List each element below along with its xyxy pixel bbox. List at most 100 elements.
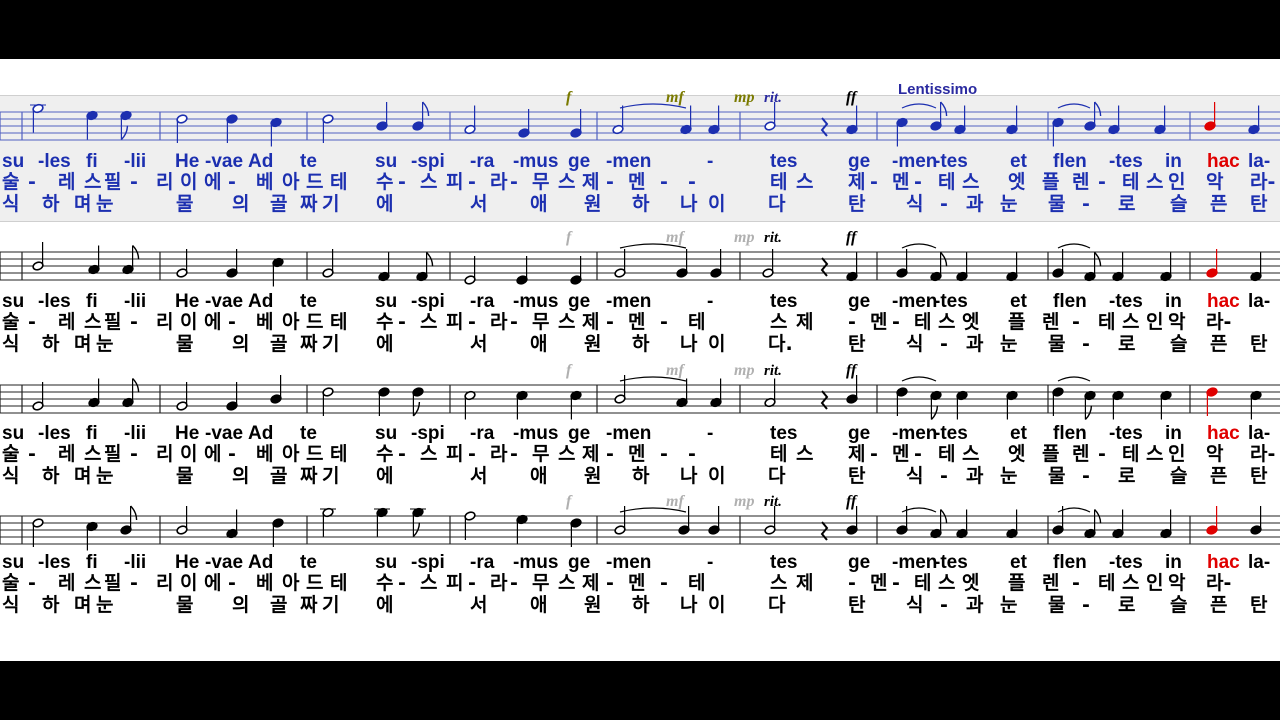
lyric-korean-line2: 식 (2, 193, 19, 215)
lyric-korean-line1: 스 (420, 572, 437, 594)
lyric-korean-line1: 제 (582, 443, 599, 465)
lyric-korean-line2: 의 (232, 465, 249, 487)
lyric-korean-line1: 스 (938, 572, 955, 594)
lyric-korean-line2: 탄 (848, 594, 866, 616)
lyric-latin: tes (770, 423, 797, 444)
staff-system-3[interactable]: f mf mp rit. ffsu -les fi -lii He -vae Ad te su -spi -… (0, 362, 1280, 487)
lyric-korean-line1: 테 (938, 171, 955, 193)
lyric-korean-line2: 나 (680, 465, 698, 487)
tie (1057, 376, 1091, 382)
lyric-korean-line1: 스 (796, 443, 813, 465)
lyric-latin: in (1165, 151, 1182, 172)
lyric-korean-line2: - (940, 594, 948, 616)
lyric-korean-line1: 아 (282, 311, 300, 333)
note-flag (940, 101, 948, 117)
lyric-korean-line2: 이 (708, 333, 725, 355)
lyric-korean-line1: 엣 (1008, 171, 1025, 193)
lyric-latin: su (2, 423, 24, 444)
lyric-latin: -tes (934, 151, 968, 172)
lyric-korean-line1: 테 (914, 311, 931, 333)
lyric-korean-line1: 플 (1008, 311, 1025, 333)
lyric-korean-line2: 이 (708, 193, 725, 215)
lyric-korean-line1: 플 (1042, 443, 1059, 465)
lyric-korean-line1: - (606, 572, 614, 594)
lyric-korean-line2: 슬 (1170, 333, 1187, 355)
lyric-korean-line1: 멘 (870, 572, 887, 594)
lyric-korean-line1: 제 (848, 171, 865, 193)
lyric-latin: Ad (248, 552, 273, 573)
lyric-korean-line2: 픈 (1210, 465, 1227, 487)
lyric-korean-line1: - (28, 572, 36, 594)
lyric-latin: et (1010, 151, 1028, 172)
lyric-korean-line2: 식 (2, 594, 19, 616)
lyric-korean-line1: 레 (58, 443, 75, 465)
note-flag (412, 401, 421, 417)
lyric-latin: -lii (124, 423, 146, 444)
lyric-korean-line1: 리 (156, 311, 173, 333)
lyric-latin: -lii (124, 151, 146, 172)
dynamic-mp: mp (734, 229, 754, 246)
lyric-latin: la- (1248, 291, 1270, 312)
lyric-korean-line1: 라- (1250, 443, 1275, 465)
lyric-korean-line1: 스 (420, 311, 437, 333)
lyric-korean-line1: 레 (58, 171, 75, 193)
lyric-korean-line1: - (848, 311, 856, 333)
lyric-latin: fi (86, 291, 98, 312)
lyric-korean-line2: 에 (376, 594, 393, 616)
dynamic-ff: ff (846, 493, 858, 510)
staff-system-4[interactable]: f mf mp rit. ffsu -les fi -lii He -vae Ad te su -spi -… (0, 493, 1280, 616)
lyric-korean-line1: 멘 (628, 171, 645, 193)
lyric-korean-line2: 이 (708, 594, 725, 616)
lyric-korean-line1: - (1072, 311, 1080, 333)
tie (1057, 243, 1091, 249)
lyric-korean-line1: 엣 (962, 572, 979, 594)
lyric-latin: tes (770, 151, 797, 172)
lyric-korean-line1: 드 (306, 171, 323, 193)
lyric-korean-line2: 서 (470, 465, 487, 487)
lyric-korean-line1: - (28, 171, 36, 193)
dynamic-rit: rit. (764, 90, 782, 106)
lyric-latin: te (300, 291, 317, 312)
lyric-korean-line2: 픈 (1210, 594, 1227, 616)
lyric-korean-line1: - (892, 572, 900, 594)
lyric-korean-line1: 에 (204, 171, 221, 193)
lyric-korean-line2: 기 (322, 594, 339, 616)
lyric-korean-line2: 물 (1048, 193, 1065, 215)
lyric-latin: ge (568, 423, 590, 444)
lyric-korean-line2: 물 (1048, 594, 1065, 616)
note-flag (130, 505, 138, 521)
lyric-korean-line1: 멘 (892, 171, 909, 193)
lyric-latin: -les (38, 423, 71, 444)
lyric-korean-line2: 과 (966, 594, 984, 616)
lyric-korean-line2: 식 (906, 193, 923, 215)
lyric-korean-line2: 하 (42, 465, 60, 487)
lyric-latin: in (1165, 291, 1182, 312)
staff-system-1[interactable]: f mf mp rit. ff Lentissimo su -les fi -lii He -vae A… (0, 81, 1280, 215)
lyric-korean-line1: 플 (1042, 171, 1059, 193)
dynamic-ff: ff (846, 362, 858, 379)
lyric-latin: -tes (1109, 291, 1143, 312)
lyric-latin: -spi (411, 151, 445, 172)
lyric-korean-line1: - (468, 572, 476, 594)
lyric-korean-line2: 다. (768, 333, 793, 355)
lyric-korean-line1: 제 (582, 572, 599, 594)
lyric-korean-line2: 물 (176, 594, 193, 616)
lyric-latin: su (375, 552, 397, 573)
lyric-korean-line1: - (660, 311, 668, 333)
lyric-korean-line1: - (228, 572, 236, 594)
lyric-korean-line2: - (940, 465, 948, 487)
lyric-latin: la- (1248, 423, 1270, 444)
tempo-marking: Lentissimo (898, 81, 977, 98)
lyric-korean-line1: 피 (446, 572, 463, 594)
lyric-korean-line1: 제 (796, 572, 813, 594)
lyric-korean-line2: 눈 (1000, 465, 1017, 487)
score-view[interactable]: f mf mp rit. ff Lentissimo su -les fi -lii He -vae A… (0, 59, 1280, 661)
lyric-korean-line1: 스 (558, 443, 575, 465)
lyric-korean-line1: 멘 (628, 443, 645, 465)
lyric-korean-line1: 베 (256, 572, 273, 594)
lyric-korean-line1: 피 (446, 311, 463, 333)
lyric-latin: flen (1053, 552, 1087, 573)
lyric-korean-line2: 애 (530, 333, 547, 355)
lyric-korean-line1: 테 (330, 572, 347, 594)
staff-system-2[interactable]: f mf mp rit. ffsu -les fi -lii He -vae Ad te su -spi -… (0, 229, 1280, 355)
